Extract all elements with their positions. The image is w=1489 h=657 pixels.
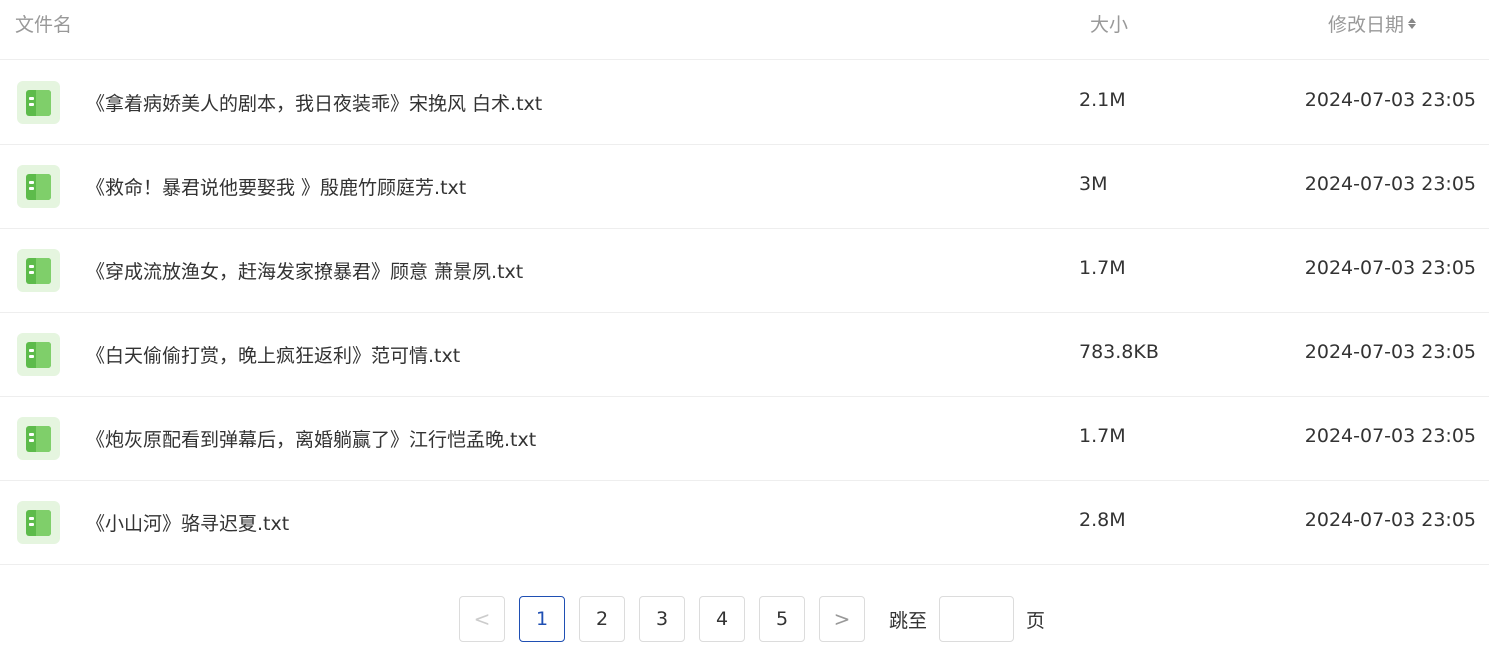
- file-date: 2024-07-03 23:05: [1304, 509, 1476, 531]
- file-row[interactable]: 《炮灰原配看到弹幕后，离婚躺赢了》江行恺孟晚.txt 1.7M 2024-07-…: [0, 396, 1489, 481]
- pagination: < 1 2 3 4 5 > 跳至 页: [459, 596, 1045, 642]
- file-date: 2024-07-03 23:05: [1304, 341, 1476, 363]
- file-date: 2024-07-03 23:05: [1304, 257, 1476, 279]
- file-row[interactable]: 《拿着病娇美人的剧本，我日夜装乖》宋挽风 白术.txt 2.1M 2024-07…: [0, 60, 1489, 145]
- file-size: 2.8M: [1079, 509, 1126, 531]
- column-header-name[interactable]: 文件名: [15, 10, 72, 37]
- book-file-icon: [17, 81, 60, 124]
- next-page-button[interactable]: >: [819, 596, 865, 642]
- book-file-icon: [17, 165, 60, 208]
- file-size: 2.1M: [1079, 89, 1126, 111]
- file-date: 2024-07-03 23:05: [1304, 89, 1476, 111]
- file-size: 1.7M: [1079, 425, 1126, 447]
- file-list-header: 文件名 大小 修改日期: [0, 0, 1489, 60]
- file-name[interactable]: 《小山河》骆寻迟夏.txt: [86, 509, 289, 536]
- file-date: 2024-07-03 23:05: [1304, 173, 1476, 195]
- file-size: 3M: [1079, 173, 1108, 195]
- jump-to-label: 跳至: [889, 609, 928, 632]
- file-size: 783.8KB: [1079, 341, 1159, 363]
- jump-page-input[interactable]: [939, 596, 1015, 642]
- sort-icon[interactable]: [1408, 18, 1417, 29]
- page-button-3[interactable]: 3: [639, 596, 685, 642]
- page-button-5[interactable]: 5: [759, 596, 805, 642]
- file-row[interactable]: 《救命！暴君说他要娶我 》殷鹿竹顾庭芳.txt 3M 2024-07-03 23…: [0, 144, 1489, 229]
- file-size: 1.7M: [1079, 257, 1126, 279]
- file-row[interactable]: 《穿成流放渔女，赶海发家撩暴君》顾意 萧景夙.txt 1.7M 2024-07-…: [0, 228, 1489, 313]
- book-file-icon: [17, 501, 60, 544]
- prev-page-button[interactable]: <: [459, 596, 505, 642]
- book-file-icon: [17, 249, 60, 292]
- page-button-2[interactable]: 2: [579, 596, 625, 642]
- chevron-right-icon: >: [833, 607, 851, 631]
- page-button-4[interactable]: 4: [699, 596, 745, 642]
- column-header-size[interactable]: 大小: [1090, 10, 1128, 37]
- page-suffix-label: 页: [1026, 609, 1046, 632]
- book-file-icon: [17, 333, 60, 376]
- file-name[interactable]: 《白天偷偷打赏，晚上疯狂返利》范可情.txt: [86, 341, 460, 368]
- chevron-left-icon: <: [473, 607, 491, 631]
- column-header-date-label: 修改日期: [1328, 14, 1405, 36]
- file-name[interactable]: 《炮灰原配看到弹幕后，离婚躺赢了》江行恺孟晚.txt: [86, 425, 536, 452]
- file-row[interactable]: 《白天偷偷打赏，晚上疯狂返利》范可情.txt 783.8KB 2024-07-0…: [0, 312, 1489, 397]
- column-header-date[interactable]: 修改日期: [1328, 10, 1417, 37]
- file-row[interactable]: 《小山河》骆寻迟夏.txt 2.8M 2024-07-03 23:05: [0, 480, 1489, 565]
- file-name[interactable]: 《拿着病娇美人的剧本，我日夜装乖》宋挽风 白术.txt: [86, 89, 542, 116]
- file-date: 2024-07-03 23:05: [1304, 425, 1476, 447]
- file-name[interactable]: 《穿成流放渔女，赶海发家撩暴君》顾意 萧景夙.txt: [86, 257, 523, 284]
- page-button-1[interactable]: 1: [519, 596, 565, 642]
- file-name[interactable]: 《救命！暴君说他要娶我 》殷鹿竹顾庭芳.txt: [86, 173, 466, 200]
- book-file-icon: [17, 417, 60, 460]
